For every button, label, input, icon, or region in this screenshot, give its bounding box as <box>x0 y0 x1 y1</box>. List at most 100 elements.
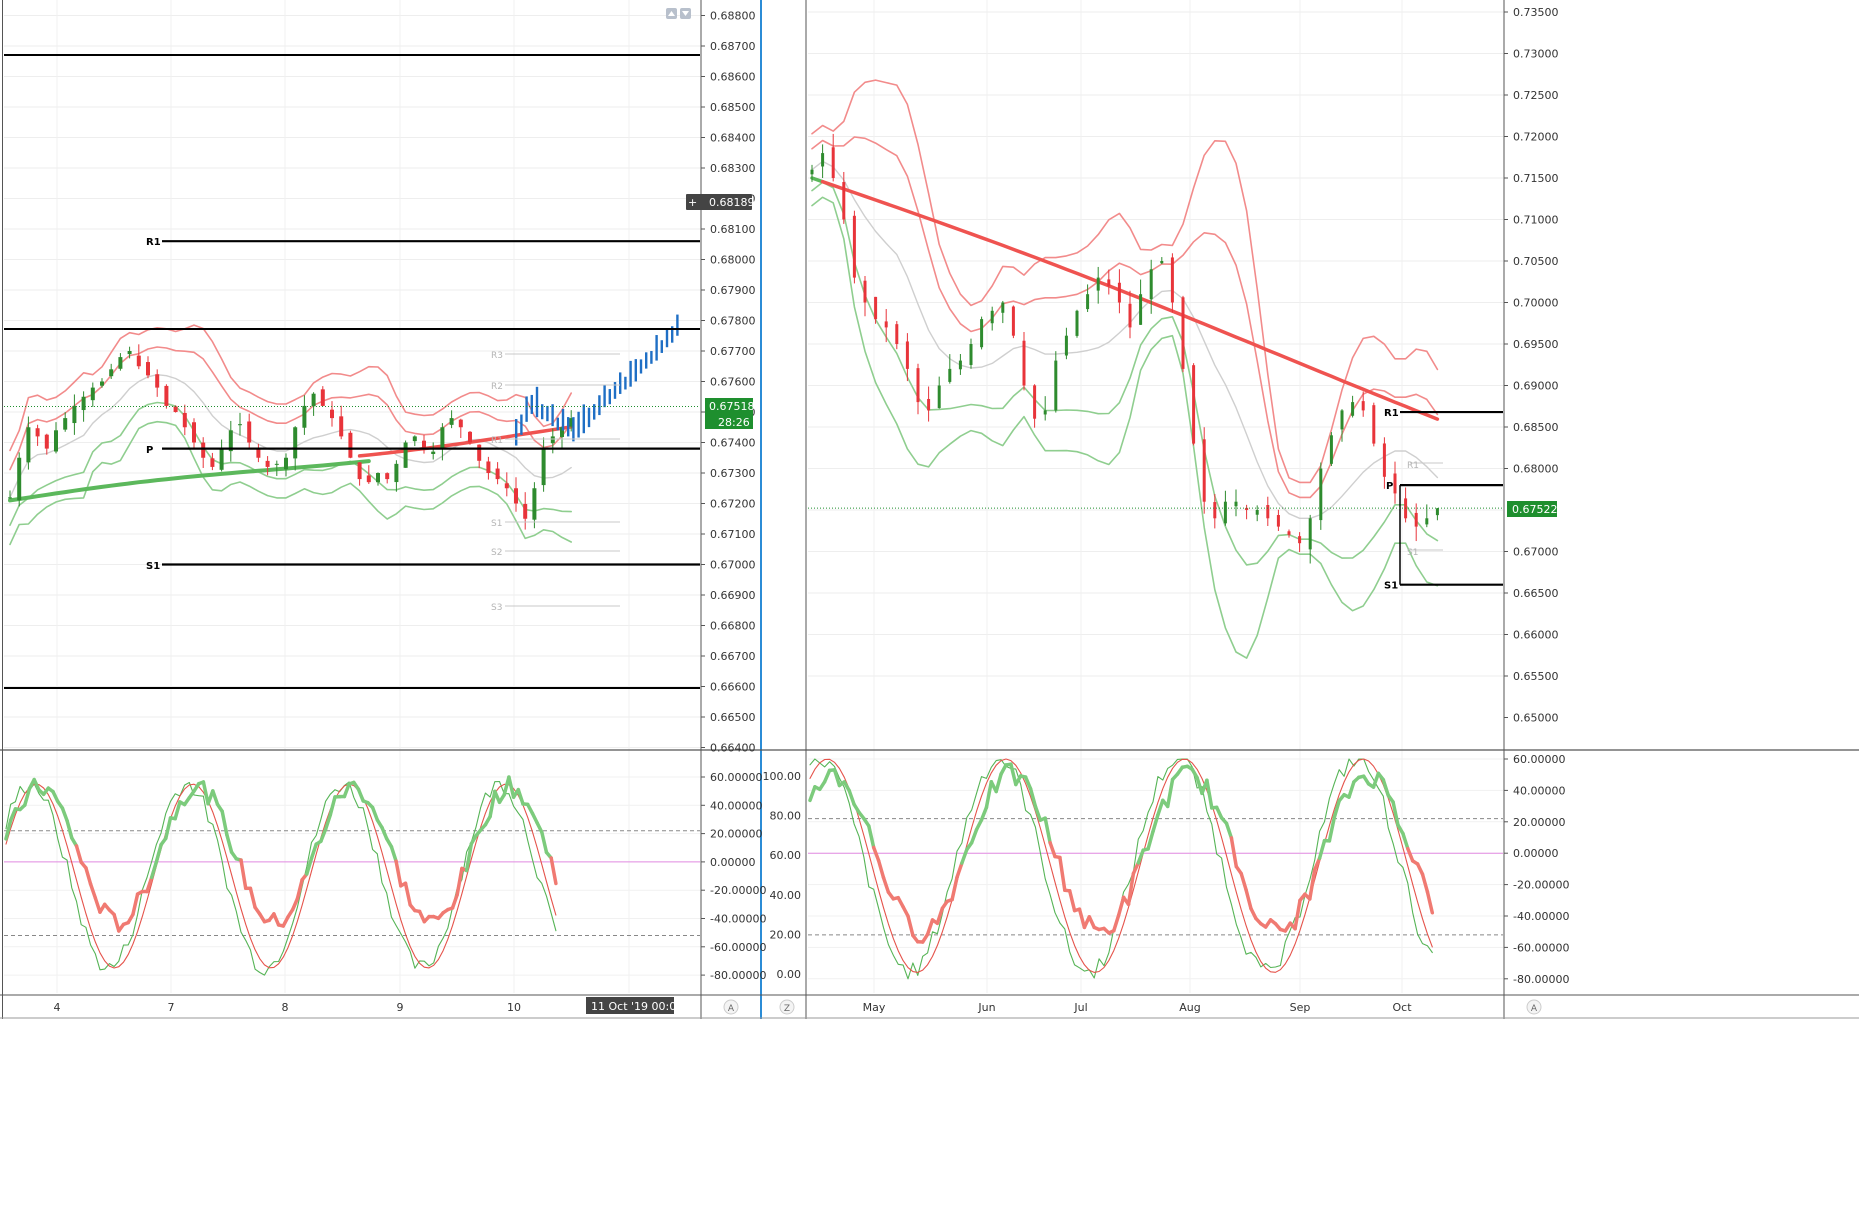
left-oscillator-pane <box>4 777 700 975</box>
momentum-segment <box>1334 801 1339 818</box>
momentum-segment <box>222 811 227 834</box>
candle-body <box>1266 505 1269 518</box>
momentum-segment <box>1403 833 1408 848</box>
forecast-bar <box>525 396 527 421</box>
auto-scale-label: A <box>1531 1004 1538 1014</box>
forecast-bar <box>661 340 663 353</box>
candle-body <box>1372 405 1375 443</box>
momentum-segment <box>359 789 364 801</box>
candle-body <box>842 182 845 219</box>
candle-body <box>367 475 371 482</box>
momentum-segment <box>1423 874 1428 892</box>
candle-body <box>864 281 867 303</box>
price-tick-label: 0.67700 <box>710 345 756 358</box>
candle-body <box>238 424 242 425</box>
forecast-bar <box>676 315 678 336</box>
price-tick-label: 0.66000 <box>1513 629 1559 642</box>
price-tick-label: 0.66600 <box>710 681 756 694</box>
momentum-segment <box>453 895 458 908</box>
candle-body <box>1065 336 1068 356</box>
candle-body <box>1192 365 1195 443</box>
last-price-value: 0.67522 <box>1512 503 1558 516</box>
momentum-segment <box>1119 897 1124 915</box>
candle-body <box>1436 508 1439 515</box>
minor-pivot-label: S3 <box>491 603 502 613</box>
candle-body <box>404 443 408 468</box>
pivot-p-label: P <box>1386 481 1393 492</box>
forecast-bar <box>546 406 548 421</box>
candle-body <box>1341 410 1344 429</box>
candle-body <box>927 399 930 410</box>
momentum-segment <box>952 877 957 899</box>
middle-band <box>812 161 1437 518</box>
momentum-segment <box>542 832 547 852</box>
stochastic-d-line <box>810 759 1432 972</box>
candle-body <box>496 469 500 480</box>
lower-band-inner <box>812 182 1437 565</box>
momentum-segment <box>391 847 396 861</box>
candle-body <box>17 458 21 500</box>
candle-body <box>1319 469 1322 521</box>
candle-body <box>91 388 95 401</box>
candle-body <box>1044 410 1047 414</box>
forecast-bar <box>619 372 621 394</box>
forecast-bar <box>640 359 642 373</box>
candle-body <box>1330 435 1333 464</box>
price-tick-label: 0.68800 <box>710 10 756 23</box>
candle-body <box>514 488 518 503</box>
momentum-segment <box>972 830 977 843</box>
candle-body <box>1288 531 1291 535</box>
price-tick-label: 0.67300 <box>710 467 756 480</box>
momentum-segment <box>869 826 874 848</box>
oscillator-tick-label: 60.00000 <box>710 771 763 784</box>
auto-scale-label: A <box>728 1004 735 1014</box>
price-tick-label: 0.68600 <box>710 71 756 84</box>
momentum-segment <box>152 862 157 878</box>
oscillator-tick-label: 20.00000 <box>710 828 763 841</box>
candle-body <box>45 435 49 449</box>
momentum-segment <box>1168 779 1173 806</box>
price-tick-label: 0.71500 <box>1513 172 1559 185</box>
price-tick-label: 0.68700 <box>710 40 756 53</box>
oscillator-tick-label: -80.00000 <box>1513 973 1569 986</box>
lower-band-outer <box>812 197 1437 658</box>
candle-body <box>247 421 251 442</box>
candle-body <box>832 147 835 178</box>
oscillator-tick-label: -60.00000 <box>1513 941 1569 954</box>
candle-body <box>109 369 113 376</box>
forecast-bar <box>551 404 553 426</box>
chart-canvas[interactable]: R1PS1R3R2R1S1S2S3 R1PS1R1S1 0.688000.687… <box>0 0 1859 1207</box>
forecast-bar <box>557 418 559 431</box>
momentum-segment <box>467 844 472 871</box>
date-tick-label: 9 <box>397 1001 404 1014</box>
oscillator-tick-label: -40.00000 <box>1513 910 1569 923</box>
momentum-segment <box>908 916 913 935</box>
price-tick-label: 0.71000 <box>1513 214 1559 227</box>
oscillator-tick-label: -20.00000 <box>1513 879 1569 892</box>
candle-body <box>895 324 898 344</box>
candle-body <box>980 319 983 347</box>
candle-body <box>1171 257 1174 302</box>
oscillator-tick-label: 20.00000 <box>1513 816 1566 829</box>
forecast-bar <box>598 395 600 415</box>
momentum-segment <box>133 894 138 914</box>
oscillator-left-label: 100.00 <box>763 770 802 783</box>
price-tick-label: 0.72000 <box>1513 131 1559 144</box>
price-tick-label: 0.66900 <box>710 589 756 602</box>
candle-body <box>440 427 444 449</box>
momentum-segment <box>879 861 884 878</box>
momentum-segment <box>810 787 815 801</box>
forecast-bar <box>572 417 574 441</box>
momentum-segment <box>1315 858 1320 870</box>
zoom-label: Z <box>784 1004 790 1014</box>
candle-body <box>477 445 481 461</box>
candle-body <box>1277 515 1280 527</box>
candle-body <box>1107 279 1110 285</box>
momentum-segment <box>147 877 152 891</box>
momentum-segment <box>1080 909 1085 927</box>
candle-body <box>885 321 888 327</box>
price-tick-label: 0.68000 <box>710 254 756 267</box>
candle-body <box>486 461 490 473</box>
price-tick-label: 0.72500 <box>1513 89 1559 102</box>
candle-body <box>523 504 527 519</box>
